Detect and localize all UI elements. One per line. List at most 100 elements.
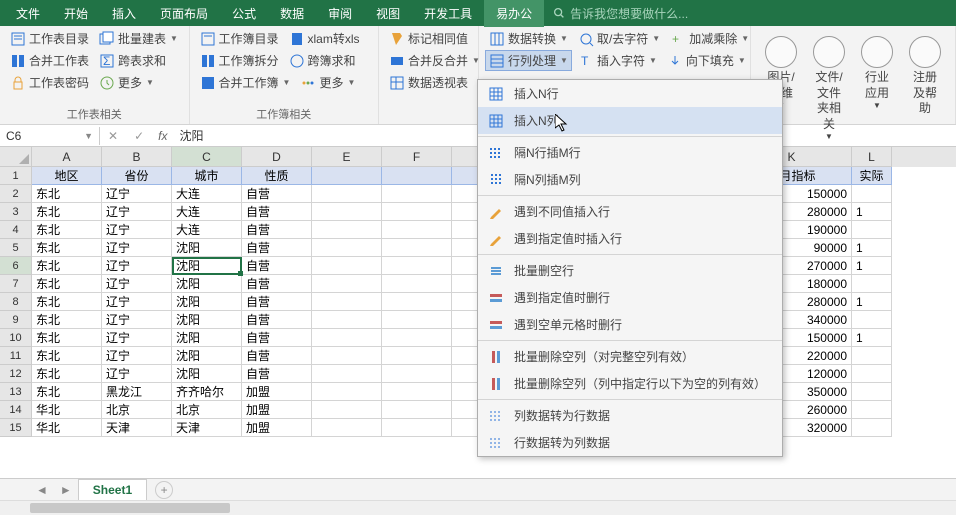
- cell[interactable]: 自营: [242, 365, 312, 383]
- dropdown-item[interactable]: 行数据转为列数据: [478, 429, 782, 456]
- cell[interactable]: 1: [852, 293, 892, 311]
- cell[interactable]: [312, 383, 382, 401]
- cell[interactable]: 东北: [32, 365, 102, 383]
- more-button-2[interactable]: 更多▼: [296, 72, 359, 93]
- cell[interactable]: [852, 311, 892, 329]
- cell[interactable]: 沈阳: [172, 293, 242, 311]
- cell[interactable]: [382, 203, 452, 221]
- col-header[interactable]: L: [852, 147, 892, 167]
- cell[interactable]: 沈阳: [172, 329, 242, 347]
- mark-same-button[interactable]: 标记相同值: [385, 28, 472, 49]
- worksheet-dir-button[interactable]: 工作表目录: [6, 28, 93, 49]
- cell[interactable]: [382, 401, 452, 419]
- cell[interactable]: [852, 275, 892, 293]
- dropdown-item[interactable]: 批量删除空列（列中指定行以下为空的列有效）: [478, 370, 782, 397]
- cell[interactable]: [382, 239, 452, 257]
- cell[interactable]: [312, 257, 382, 275]
- cell[interactable]: [852, 383, 892, 401]
- row-header[interactable]: 8: [0, 293, 32, 311]
- cell[interactable]: [852, 347, 892, 365]
- cell[interactable]: 北京: [172, 401, 242, 419]
- dropdown-item[interactable]: 遇到不同值插入行: [478, 198, 782, 225]
- cell[interactable]: 东北: [32, 185, 102, 203]
- insert-char-button[interactable]: T插入字符▼: [574, 50, 661, 71]
- cell[interactable]: 大连: [172, 185, 242, 203]
- cell[interactable]: [382, 311, 452, 329]
- row-header[interactable]: 5: [0, 239, 32, 257]
- cell[interactable]: [382, 419, 452, 437]
- cell[interactable]: 东北: [32, 329, 102, 347]
- dropdown-item[interactable]: 遇到空单元格时删行: [478, 311, 782, 338]
- cell[interactable]: [382, 275, 452, 293]
- cell[interactable]: 辽宁: [102, 311, 172, 329]
- cell[interactable]: 自营: [242, 221, 312, 239]
- cell[interactable]: 黑龙江: [102, 383, 172, 401]
- cell[interactable]: [852, 365, 892, 383]
- merge-book-button[interactable]: 合并工作簿▼: [196, 72, 295, 93]
- cell[interactable]: [312, 221, 382, 239]
- menu-tab-9[interactable]: 易办公: [484, 0, 544, 27]
- dropdown-item[interactable]: 列数据转为行数据: [478, 402, 782, 429]
- math-ops-button[interactable]: +加减乘除▼: [666, 28, 753, 49]
- cell[interactable]: 地区: [32, 167, 102, 185]
- cell[interactable]: [852, 185, 892, 203]
- row-header[interactable]: 14: [0, 401, 32, 419]
- cell[interactable]: 加盟: [242, 383, 312, 401]
- row-header[interactable]: 15: [0, 419, 32, 437]
- cell[interactable]: 沈阳: [172, 347, 242, 365]
- cell[interactable]: 沈阳: [172, 239, 242, 257]
- fx-icon[interactable]: fx: [152, 129, 173, 143]
- accept-formula-icon[interactable]: ✓: [126, 129, 152, 143]
- cell[interactable]: 东北: [32, 257, 102, 275]
- cell[interactable]: 城市: [172, 167, 242, 185]
- col-header[interactable]: B: [102, 147, 172, 167]
- cell[interactable]: 自营: [242, 257, 312, 275]
- cell[interactable]: 东北: [32, 275, 102, 293]
- sheet-tab[interactable]: Sheet1: [78, 479, 147, 500]
- cell[interactable]: 东北: [32, 311, 102, 329]
- row-header[interactable]: 2: [0, 185, 32, 203]
- cell[interactable]: 大连: [172, 203, 242, 221]
- pivot-button[interactable]: 数据透视表: [385, 72, 472, 93]
- cell[interactable]: 辽宁: [102, 365, 172, 383]
- row-header[interactable]: 3: [0, 203, 32, 221]
- row-header[interactable]: 6: [0, 257, 32, 275]
- dropdown-item[interactable]: 插入N行: [478, 80, 782, 107]
- cell[interactable]: 辽宁: [102, 203, 172, 221]
- cell[interactable]: 1: [852, 203, 892, 221]
- cell[interactable]: [382, 329, 452, 347]
- cell[interactable]: 1: [852, 329, 892, 347]
- name-box[interactable]: C6▼: [0, 127, 100, 145]
- cell[interactable]: [312, 275, 382, 293]
- row-header[interactable]: 7: [0, 275, 32, 293]
- search-hint[interactable]: 告诉我您想要做什么...: [552, 5, 688, 22]
- cell[interactable]: 沈阳: [172, 365, 242, 383]
- menu-tab-7[interactable]: 视图: [364, 0, 412, 27]
- cell[interactable]: 大连: [172, 221, 242, 239]
- next-sheet-icon[interactable]: ►: [54, 483, 78, 497]
- cell[interactable]: 沈阳: [172, 275, 242, 293]
- col-header[interactable]: D: [242, 147, 312, 167]
- cell[interactable]: [852, 401, 892, 419]
- col-header[interactable]: F: [382, 147, 452, 167]
- workbook-split-button[interactable]: 工作簿拆分: [196, 50, 283, 71]
- cell[interactable]: 自营: [242, 329, 312, 347]
- menu-tab-6[interactable]: 审阅: [316, 0, 364, 27]
- cell[interactable]: 自营: [242, 239, 312, 257]
- more-button[interactable]: 更多▼: [95, 72, 158, 93]
- menu-tab-4[interactable]: 公式: [220, 0, 268, 27]
- cell[interactable]: 北京: [102, 401, 172, 419]
- cell[interactable]: 东北: [32, 383, 102, 401]
- cell[interactable]: [312, 329, 382, 347]
- cell[interactable]: 自营: [242, 311, 312, 329]
- dropdown-item[interactable]: 隔N列插M列: [478, 166, 782, 193]
- cell[interactable]: 省份: [102, 167, 172, 185]
- cell[interactable]: 自营: [242, 347, 312, 365]
- dropdown-item[interactable]: 遇到指定值时删行: [478, 284, 782, 311]
- cell[interactable]: [382, 257, 452, 275]
- menu-tab-2[interactable]: 插入: [100, 0, 148, 27]
- cell[interactable]: 辽宁: [102, 257, 172, 275]
- cell[interactable]: [312, 293, 382, 311]
- cell[interactable]: [312, 239, 382, 257]
- cell[interactable]: 沈阳: [172, 257, 242, 275]
